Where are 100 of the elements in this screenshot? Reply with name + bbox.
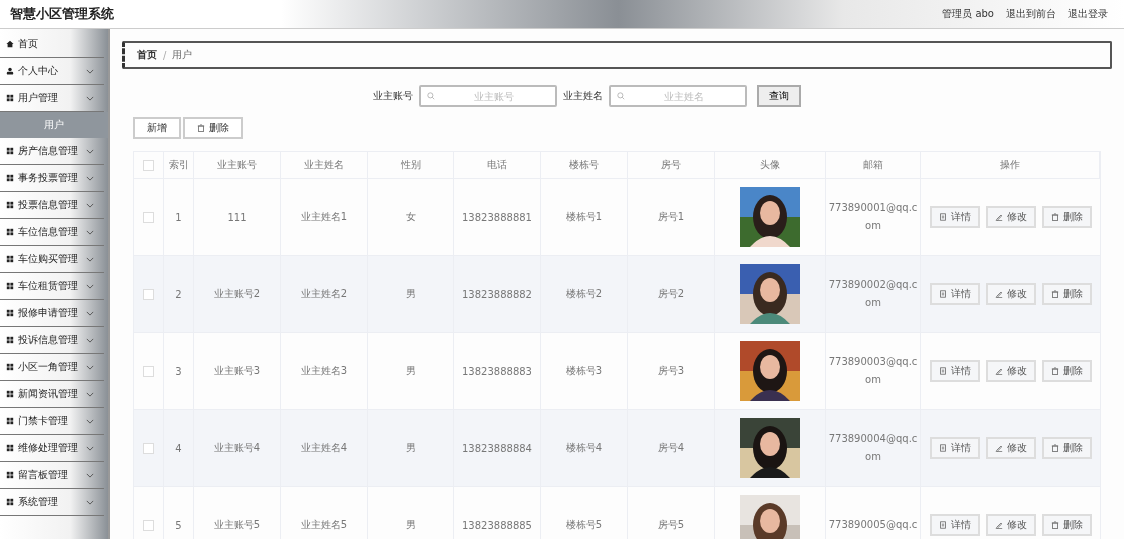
- table-cell: 男: [368, 487, 454, 539]
- trash-icon: [1050, 521, 1059, 529]
- document-icon: [938, 290, 947, 298]
- chevron-icon: [86, 445, 94, 451]
- header-link[interactable]: 退出到前台: [1006, 7, 1056, 21]
- chevron-icon: [86, 68, 94, 74]
- trash-icon: [1050, 213, 1059, 221]
- table-cell: 楼栋号4: [541, 410, 628, 486]
- sidebar-item[interactable]: 车位信息管理: [0, 219, 104, 246]
- edit-button[interactable]: 修改: [985, 360, 1036, 382]
- details-button[interactable]: 详情: [929, 206, 980, 228]
- table-cell: 男: [368, 410, 454, 486]
- grid-icon: [6, 417, 14, 425]
- field-label: 业主姓名: [563, 89, 603, 103]
- grid-icon: [6, 336, 14, 344]
- header-link[interactable]: 退出登录: [1068, 7, 1108, 21]
- delete-button[interactable]: 删除: [1041, 360, 1092, 382]
- query-button[interactable]: 查询: [757, 85, 801, 107]
- trash-icon: [1050, 367, 1059, 375]
- chevron-icon: [86, 364, 94, 370]
- delete-button[interactable]: 删除: [1041, 514, 1092, 536]
- details-button[interactable]: 详情: [929, 437, 980, 459]
- table-cell: 房号4: [628, 410, 715, 486]
- table-cell: 房号5: [628, 487, 715, 539]
- sidebar-item[interactable]: 门禁卡管理: [0, 408, 104, 435]
- sidebar-item[interactable]: 首页: [0, 31, 104, 58]
- chevron-icon: [86, 472, 94, 478]
- row-checkbox[interactable]: [143, 288, 154, 300]
- column-header: 房号: [628, 152, 715, 178]
- grid-icon: [6, 255, 14, 263]
- chevron-icon: [86, 229, 94, 235]
- breadcrumb-item[interactable]: 首页: [137, 48, 157, 62]
- user-label: 管理员 abo: [942, 7, 994, 21]
- sidebar-item[interactable]: 车位租赁管理: [0, 273, 104, 300]
- document-icon: [938, 213, 947, 221]
- delete-button[interactable]: 删除: [1041, 437, 1092, 459]
- column-header: 楼栋号: [541, 152, 628, 178]
- chevron-icon: [86, 95, 94, 101]
- row-checkbox[interactable]: [143, 442, 154, 454]
- sidebar-item[interactable]: 投票信息管理: [0, 192, 104, 219]
- details-button[interactable]: 详情: [929, 283, 980, 305]
- delete-button[interactable]: 删除: [1041, 206, 1092, 228]
- edit-button[interactable]: 修改: [985, 437, 1036, 459]
- table-cell: 13823888884: [454, 410, 541, 486]
- sidebar-item[interactable]: 房产信息管理: [0, 138, 104, 165]
- sidebar-item[interactable]: 事务投票管理: [0, 165, 104, 192]
- sidebar-item[interactable]: 报修申请管理: [0, 300, 104, 327]
- pencil-icon: [994, 367, 1003, 375]
- grid-icon: [6, 498, 14, 506]
- row-checkbox[interactable]: [143, 519, 154, 531]
- delete-button[interactable]: 删除: [1041, 283, 1092, 305]
- select-all-checkbox[interactable]: [143, 159, 154, 171]
- row-checkbox[interactable]: [143, 365, 154, 377]
- chevron-icon: [86, 283, 94, 289]
- home-icon: [6, 40, 14, 48]
- delete-button[interactable]: 删除: [183, 117, 243, 139]
- grid-icon: [6, 174, 14, 182]
- table-cell: 773890002@qq.com: [826, 256, 921, 332]
- grid-icon: [6, 471, 14, 479]
- table-cell: 773890004@qq.com: [826, 410, 921, 486]
- row-checkbox[interactable]: [143, 211, 154, 223]
- table-cell: 业主账号5: [194, 487, 281, 539]
- sidebar-item[interactable]: 个人中心: [0, 58, 104, 85]
- app-title: 智慧小区管理系统: [10, 5, 114, 23]
- sidebar-item[interactable]: 维修处理管理: [0, 435, 104, 462]
- pencil-icon: [994, 521, 1003, 529]
- column-header: 性别: [368, 152, 454, 178]
- sidebar-item[interactable]: 车位购买管理: [0, 246, 104, 273]
- grid-icon: [6, 201, 14, 209]
- pencil-icon: [994, 444, 1003, 452]
- details-button[interactable]: 详情: [929, 514, 980, 536]
- sidebar-item[interactable]: 系统管理: [0, 489, 104, 516]
- chevron-icon: [86, 175, 94, 181]
- sidebar-item[interactable]: 留言板管理: [0, 462, 104, 489]
- sidebar-item[interactable]: 新闻资讯管理: [0, 381, 104, 408]
- table-cell: 2: [164, 256, 194, 332]
- field-label: 业主账号: [373, 89, 413, 103]
- details-button[interactable]: 详情: [929, 360, 980, 382]
- table-cell: 4: [164, 410, 194, 486]
- grid-icon: [6, 282, 14, 290]
- column-header: 业主账号: [194, 152, 281, 178]
- add-button[interactable]: 新增: [133, 117, 181, 139]
- user-icon: [6, 67, 14, 75]
- pencil-icon: [994, 290, 1003, 298]
- trash-icon: [1050, 290, 1059, 298]
- chevron-icon: [86, 202, 94, 208]
- document-icon: [938, 367, 947, 375]
- edit-button[interactable]: 修改: [985, 514, 1036, 536]
- table-cell: 业主账号2: [194, 256, 281, 332]
- table-cell: 773890005@qq.c: [826, 487, 921, 539]
- grid-icon: [6, 363, 14, 371]
- edit-button[interactable]: 修改: [985, 206, 1036, 228]
- sidebar-item[interactable]: 小区一角管理: [0, 354, 104, 381]
- table-cell: 5: [164, 487, 194, 539]
- grid-icon: [6, 147, 14, 155]
- edit-button[interactable]: 修改: [985, 283, 1036, 305]
- pencil-icon: [994, 213, 1003, 221]
- table-cell: 业主姓名4: [281, 410, 368, 486]
- sidebar-item[interactable]: 投诉信息管理: [0, 327, 104, 354]
- table-cell: 男: [368, 256, 454, 332]
